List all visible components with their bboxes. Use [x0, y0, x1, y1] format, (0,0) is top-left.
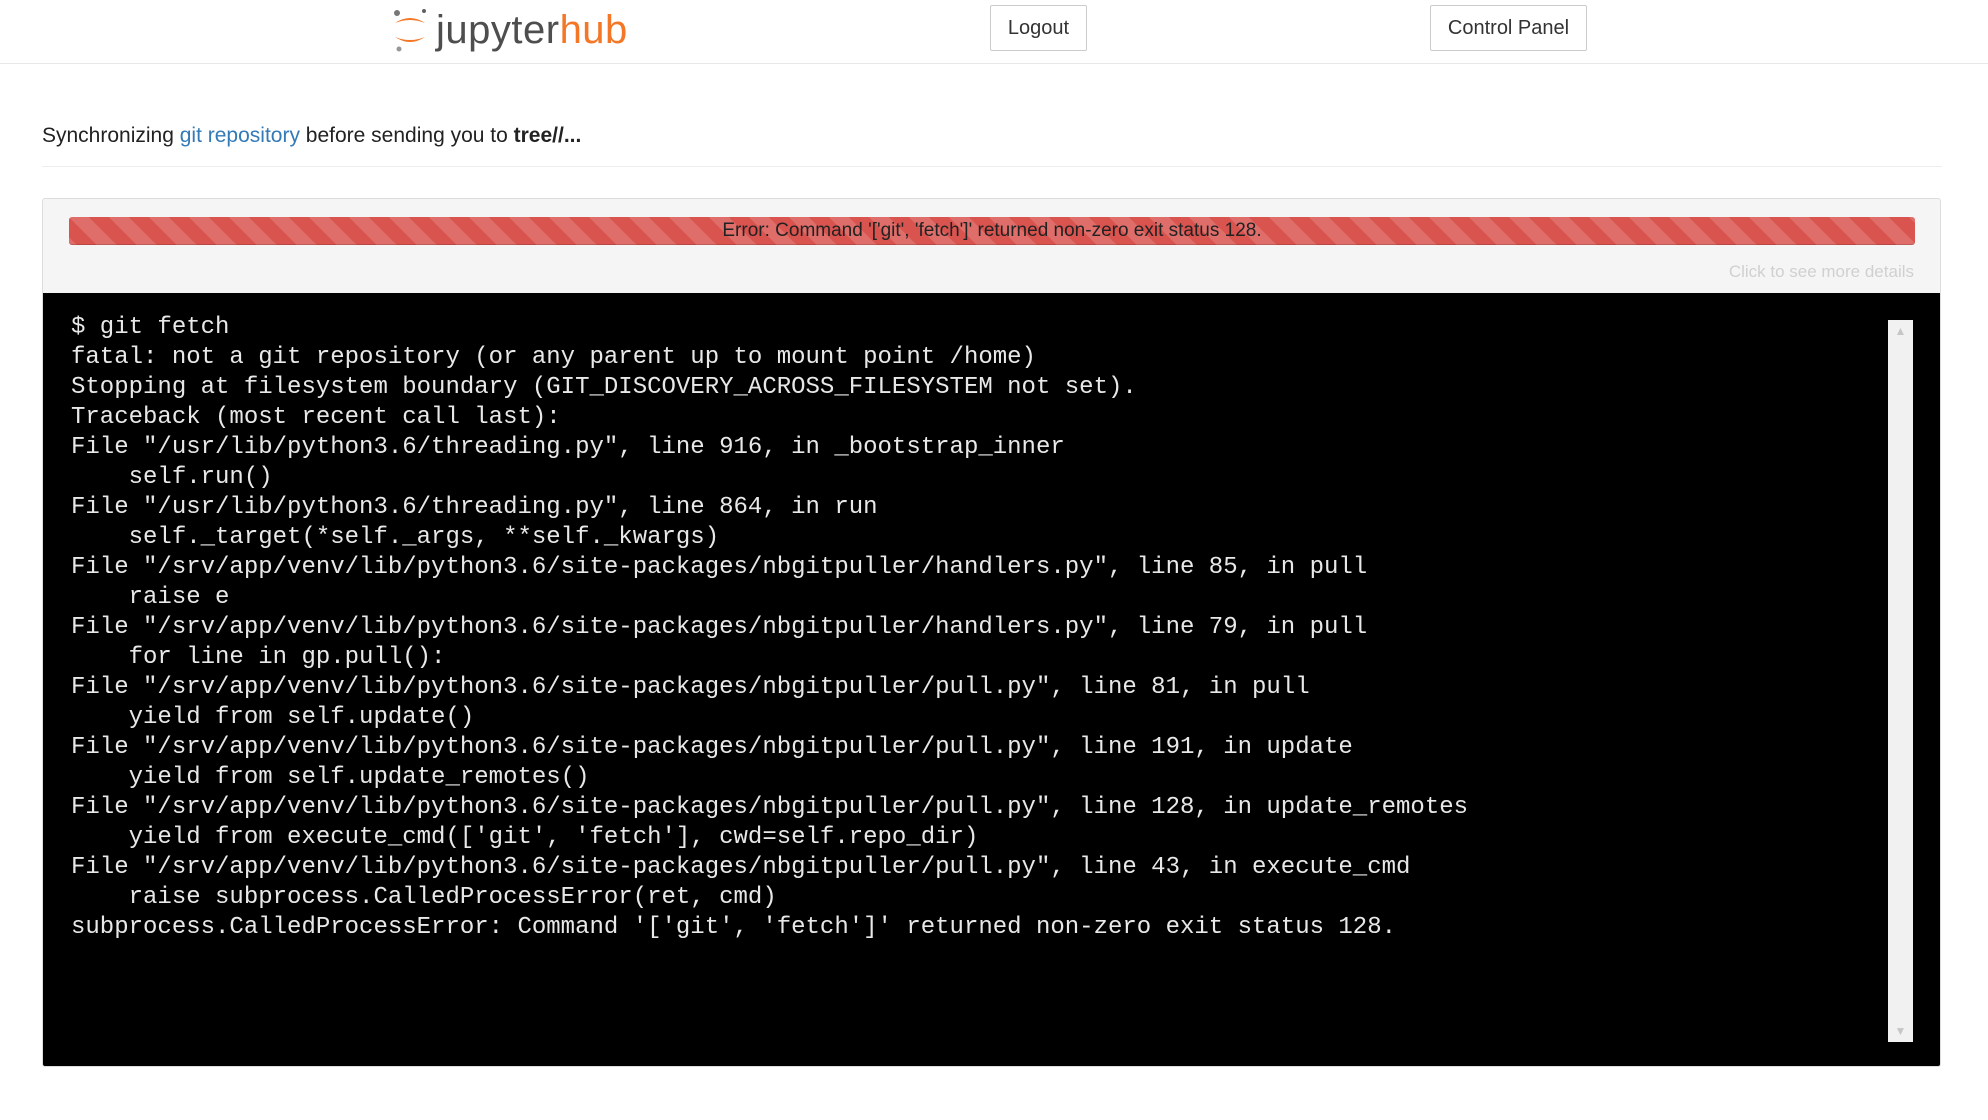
sync-middle: before sending you to	[299, 124, 514, 147]
page: jupyterhub Logout Control Panel Synchron…	[0, 0, 1988, 1120]
sync-prefix: Synchronizing	[42, 124, 180, 147]
logo-text-hub: hub	[559, 8, 628, 52]
logo-text-jupyter: jupyter	[436, 8, 560, 52]
terminal-line: yield from self.update_remotes()	[71, 764, 590, 791]
terminal-line: File "/srv/app/venv/lib/python3.6/site-p…	[71, 854, 1411, 881]
terminal-line: File "/srv/app/venv/lib/python3.6/site-p…	[71, 554, 1368, 581]
scroll-down-arrow-icon[interactable]: ▼	[1888, 1020, 1913, 1042]
divider	[42, 166, 1942, 167]
terminal-line: Traceback (most recent call last):	[71, 404, 561, 431]
error-progress-bar: Error: Command '['git', 'fetch']' return…	[69, 217, 1915, 245]
terminal-line: Stopping at filesystem boundary (GIT_DIS…	[71, 374, 1137, 401]
jupyter-logo-icon	[394, 9, 426, 52]
scroll-up-arrow-icon[interactable]: ▲	[1888, 320, 1913, 342]
terminal-line: File "/usr/lib/python3.6/threading.py", …	[71, 494, 878, 521]
sync-target: tree//...	[513, 124, 582, 147]
terminal-line: raise subprocess.CalledProcessError(ret,…	[71, 884, 777, 911]
terminal-line: File "/usr/lib/python3.6/threading.py", …	[71, 434, 1065, 461]
terminal-line: self._target(*self._args, **self._kwargs…	[71, 524, 720, 551]
terminal-line: $ git fetch	[71, 314, 230, 341]
terminal-line: yield from execute_cmd(['git', 'fetch'],…	[71, 824, 979, 851]
terminal-line: File "/srv/app/venv/lib/python3.6/site-p…	[71, 734, 1353, 761]
control-panel-button[interactable]: Control Panel	[1430, 5, 1587, 51]
terminal-line: File "/srv/app/venv/lib/python3.6/site-p…	[71, 614, 1368, 641]
terminal-line: for line in gp.pull():	[71, 644, 446, 671]
show-details-link[interactable]: Click to see more details	[1729, 262, 1914, 282]
terminal-scrollbar[interactable]: ▲ ▼	[1888, 320, 1913, 1042]
sync-message: Synchronizing git repository before send…	[42, 124, 581, 148]
terminal-line: File "/srv/app/venv/lib/python3.6/site-p…	[71, 794, 1469, 821]
terminal-line: File "/srv/app/venv/lib/python3.6/site-p…	[71, 674, 1310, 701]
status-panel: Error: Command '['git', 'fetch']' return…	[42, 198, 1941, 1067]
terminal-line: yield from self.update()	[71, 704, 475, 731]
logout-button[interactable]: Logout	[990, 5, 1087, 51]
terminal-line: self.run()	[71, 464, 273, 491]
logo-wordmark: jupyterhub	[436, 10, 628, 50]
top-navbar: jupyterhub Logout Control Panel	[0, 0, 1988, 64]
terminal-line: fatal: not a git repository (or any pare…	[71, 344, 1036, 371]
terminal-line: raise e	[71, 584, 230, 611]
jupyterhub-logo[interactable]: jupyterhub	[390, 4, 628, 56]
git-repository-link[interactable]: git repository	[180, 124, 300, 147]
terminal-output[interactable]: $ git fetch fatal: not a git repository …	[43, 293, 1940, 1066]
terminal-line: subprocess.CalledProcessError: Command '…	[71, 914, 1397, 941]
terminal-log-text: $ git fetch fatal: not a git repository …	[71, 313, 1468, 943]
progress-error-text: Error: Command '['git', 'fetch']' return…	[722, 220, 1262, 241]
